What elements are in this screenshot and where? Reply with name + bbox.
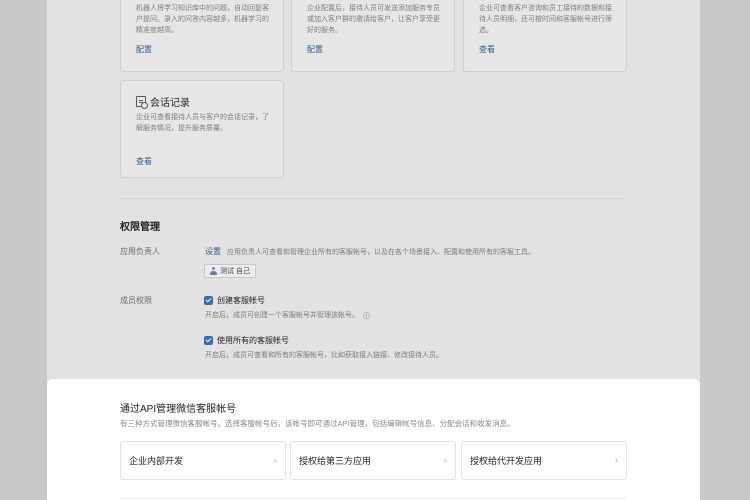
view-link[interactable]: 查看: [479, 44, 495, 55]
option-label: 企业内部开发: [129, 456, 184, 466]
configure-link[interactable]: 配置: [307, 44, 323, 55]
card-session-records: 会话记录 企业可查看接待人员与客户的会话记录，了解服务情况，提升服务质量。 查看: [120, 80, 284, 178]
sheet-title: 通过API管理微信客服帐号: [120, 404, 237, 415]
sheet-divider: [120, 498, 627, 499]
card-desc: 企业配置后，接待人员可发送添加服务专员或加入客户群的邀请给客户，让客户享受更好的…: [307, 5, 440, 34]
owner-label: 应用负责人: [120, 247, 160, 256]
perm-desc-row: 开启后，成员可创建一个客服帐号并管理该帐号。: [205, 310, 370, 320]
card-service-invite: 企业配置后，接待人员可发送添加服务专员或加入客户群的邀请给客户，让客户享受更好的…: [291, 0, 455, 72]
owner-desc: 应用负责人可查看和管理企业所有的客服帐号，以及在各个场景接入、配置和使用所有的客…: [226, 249, 535, 256]
option-third-party-app[interactable]: 授权给第三方应用 ›: [290, 441, 456, 480]
chevron-right-icon: ›: [273, 455, 277, 466]
owner-tag-label: 测试 自己: [220, 268, 250, 275]
owner-setting-link[interactable]: 设置: [205, 247, 221, 256]
chevron-right-icon: ›: [614, 455, 618, 466]
info-icon[interactable]: [363, 311, 370, 319]
card-knowledge-bot: 机器人将学习知识库中的问题，自动回复客户提问。录入的问答内容越多，机器学习的精准…: [120, 0, 284, 72]
card-title: 会话记录: [150, 98, 190, 109]
option-label: 授权给第三方应用: [299, 456, 372, 466]
perm-label: 使用所有的客服帐号: [217, 336, 289, 345]
section-title: 权限管理: [120, 222, 160, 233]
option-internal-dev[interactable]: 企业内部开发 ›: [120, 441, 286, 480]
checkbox-checked[interactable]: [204, 296, 213, 305]
owner-tag[interactable]: 测试 自己: [204, 264, 256, 278]
card-desc: 企业可查看接待人员与客户的会话记录，了解服务情况，提升服务质量。: [136, 114, 269, 132]
perm-create-account[interactable]: 创建客服帐号: [204, 295, 265, 306]
doc-search-icon: [136, 96, 148, 109]
chevron-right-icon: ›: [443, 455, 447, 466]
sheet-desc: 有三种方式管理微信客服帐号。选择客服帐号后，该帐号即可通过API管理，包括编辑帐…: [120, 419, 515, 428]
perm-use-all-accounts[interactable]: 使用所有的客服帐号: [204, 335, 289, 346]
option-label: 授权给代开发应用: [470, 456, 543, 466]
api-management-sheet: 通过API管理微信客服帐号 有三种方式管理微信客服帐号。选择客服帐号后，该帐号即…: [47, 379, 700, 500]
member-permission-label: 成员权限: [120, 296, 152, 305]
section-divider: [120, 198, 627, 199]
view-link[interactable]: 查看: [136, 156, 152, 167]
card-title-row: 会话记录: [136, 94, 190, 109]
card-statistics: 企业可查看客户咨询和员工接待的数据和接待人员明细，还可按时间和客服帐号进行筛选。…: [463, 0, 627, 72]
configure-link[interactable]: 配置: [136, 44, 152, 55]
perm-desc: 开启后，成员可查看和所有的客服帐号，比如获取接入链接、修改接待人员。: [205, 352, 443, 359]
card-desc: 机器人将学习知识库中的问题，自动回复客户提问。录入的问答内容越多，机器学习的精准…: [136, 5, 269, 34]
option-agent-dev-app[interactable]: 授权给代开发应用 ›: [461, 441, 627, 480]
card-desc: 企业可查看客户咨询和员工接待的数据和接待人员明细，还可按时间和客服帐号进行筛选。: [479, 5, 612, 34]
perm-label: 创建客服帐号: [217, 296, 265, 305]
person-icon: [210, 267, 217, 275]
perm-desc: 开启后，成员可创建一个客服帐号并管理该帐号。: [205, 312, 359, 319]
owner-row: 设置 应用负责人可查看和管理企业所有的客服帐号，以及在各个场景接入、配置和使用所…: [205, 246, 535, 257]
perm-desc-row: 开启后，成员可查看和所有的客服帐号，比如获取接入链接、修改接待人员。: [205, 350, 443, 360]
checkbox-checked[interactable]: [204, 336, 213, 345]
